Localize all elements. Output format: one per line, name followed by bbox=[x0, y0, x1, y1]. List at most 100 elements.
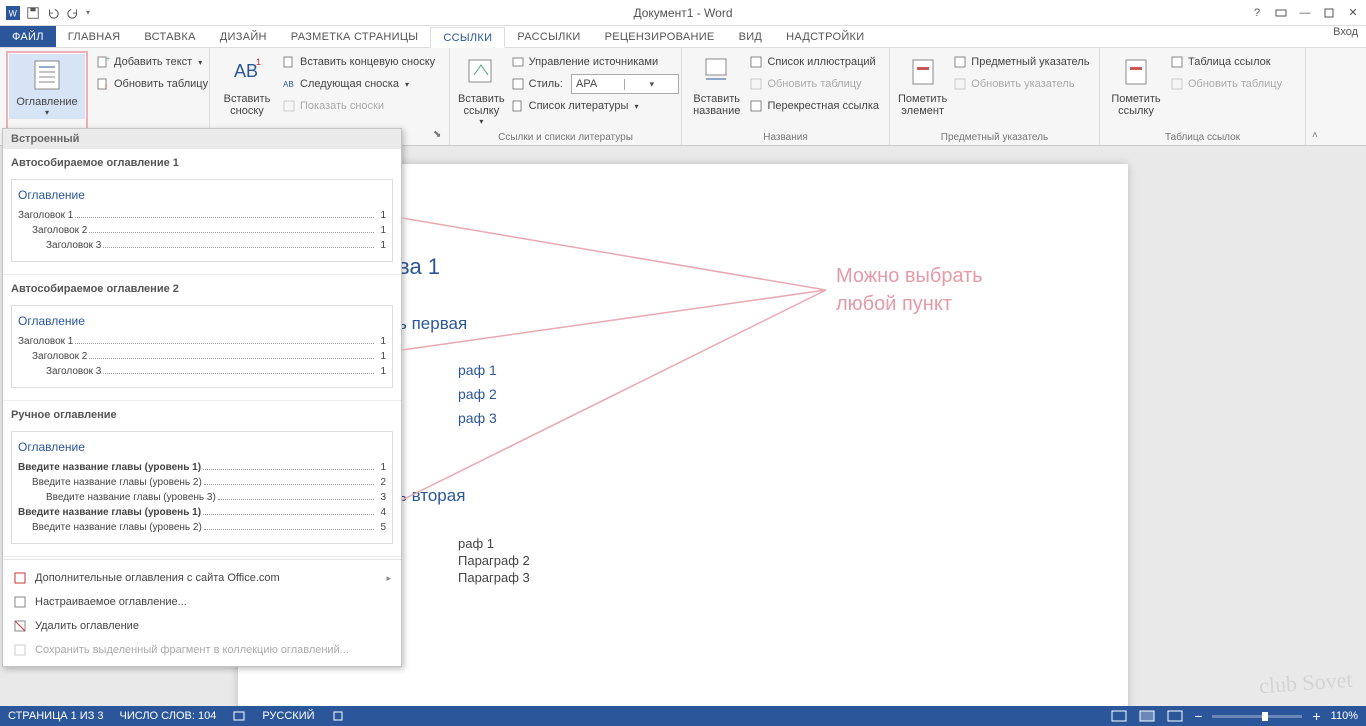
status-page[interactable]: СТРАНИЦА 1 ИЗ 3 bbox=[8, 710, 104, 722]
view-print-icon[interactable] bbox=[1138, 709, 1156, 723]
gallery-item-manual[interactable]: Ручное оглавление Оглавление Введите наз… bbox=[3, 401, 401, 557]
insert-index-button[interactable]: Предметный указатель bbox=[949, 51, 1093, 73]
gallery-preview: Оглавление Введите название главы (урове… bbox=[11, 431, 393, 544]
doc-paragraph[interactable]: Параграф 2 bbox=[458, 553, 1028, 568]
tab-references[interactable]: ССЫЛКИ bbox=[430, 27, 505, 48]
window-controls: ? — ✕ bbox=[1250, 6, 1360, 20]
group-index-label: Предметный указатель bbox=[896, 130, 1093, 145]
gallery-item-title: Автособираемое оглавление 2 bbox=[11, 283, 393, 295]
redo-icon[interactable] bbox=[66, 6, 80, 20]
next-footnote-button[interactable]: ABСледующая сноска▾ bbox=[278, 73, 439, 95]
gallery-item-title: Автособираемое оглавление 1 bbox=[11, 157, 393, 169]
ribbon-collapse[interactable]: ˄ bbox=[1306, 48, 1324, 145]
group-citations: Вставить ссылку▾ Управление источниками … bbox=[450, 48, 682, 145]
cross-reference-button[interactable]: Перекрестная ссылка bbox=[745, 95, 883, 117]
doc-heading-3[interactable]: раф 2 bbox=[458, 386, 1028, 402]
remove-toc-icon bbox=[13, 619, 27, 633]
update-toc-button[interactable]: !Обновить таблицу bbox=[92, 73, 212, 95]
next-footnote-icon: AB bbox=[282, 77, 296, 91]
annotation-text: Можно выбрать любой пункт bbox=[836, 262, 983, 318]
sign-in-link[interactable]: Вход bbox=[1333, 26, 1358, 38]
tab-addins[interactable]: НАДСТРОЙКИ bbox=[774, 26, 876, 47]
zoom-out-button[interactable]: − bbox=[1194, 708, 1202, 724]
custom-toc-icon bbox=[13, 595, 27, 609]
update-tof-button[interactable]: Обновить таблицу bbox=[745, 73, 883, 95]
doc-heading-3[interactable]: раф 3 bbox=[458, 410, 1028, 426]
sources-icon bbox=[511, 55, 525, 69]
update-icon bbox=[749, 77, 763, 91]
zoom-slider[interactable] bbox=[1212, 715, 1302, 718]
crossref-icon bbox=[749, 99, 763, 113]
insert-toa-button[interactable]: Таблица ссылок bbox=[1166, 51, 1286, 73]
status-words[interactable]: ЧИСЛО СЛОВ: 104 bbox=[120, 710, 217, 722]
tab-file[interactable]: ФАЙЛ bbox=[0, 26, 56, 47]
close-icon[interactable]: ✕ bbox=[1346, 6, 1360, 20]
zoom-in-button[interactable]: + bbox=[1312, 708, 1320, 724]
office-icon bbox=[13, 571, 27, 585]
insert-footnote-button[interactable]: AB1 Вставить сноску bbox=[216, 51, 278, 130]
add-text-button[interactable]: +Добавить текст▾ bbox=[92, 51, 212, 73]
qat-dropdown-icon[interactable]: ▾ bbox=[86, 8, 90, 17]
view-web-icon[interactable] bbox=[1166, 709, 1184, 723]
undo-icon[interactable] bbox=[46, 6, 60, 20]
update-index-button[interactable]: Обновить указатель bbox=[949, 73, 1093, 95]
tab-view[interactable]: ВИД bbox=[727, 26, 775, 47]
mark-citation-icon bbox=[1119, 55, 1153, 89]
show-notes-button[interactable]: Показать сноски bbox=[278, 95, 439, 117]
tab-layout[interactable]: РАЗМЕТКА СТРАНИЦЫ bbox=[279, 26, 431, 47]
window-title: Документ1 - Word bbox=[633, 6, 732, 20]
insert-tof-button[interactable]: Список иллюстраций bbox=[745, 51, 883, 73]
group-captions-label: Названия bbox=[688, 130, 883, 145]
save-icon[interactable] bbox=[26, 6, 40, 20]
doc-heading-2[interactable]: ь вторая bbox=[338, 486, 1028, 506]
tab-mailings[interactable]: РАССЫЛКИ bbox=[505, 26, 592, 47]
mark-entry-icon bbox=[906, 55, 940, 89]
status-macro-icon[interactable] bbox=[331, 709, 345, 723]
remove-toc-item[interactable]: Удалить оглавление bbox=[3, 614, 401, 638]
tab-insert[interactable]: ВСТАВКА bbox=[132, 26, 207, 47]
maximize-icon[interactable] bbox=[1322, 6, 1336, 20]
doc-paragraph[interactable]: Параграф 3 bbox=[458, 570, 1028, 585]
manage-sources-button[interactable]: Управление источниками bbox=[507, 51, 683, 73]
custom-toc-item[interactable]: Настраиваемое оглавление... bbox=[3, 590, 401, 614]
group-index: Пометить элемент Предметный указатель Об… bbox=[890, 48, 1100, 145]
footnotes-launcher-icon[interactable]: ⬊ bbox=[433, 129, 445, 141]
update-icon bbox=[953, 77, 967, 91]
toc-button[interactable]: Оглавление ▾ bbox=[9, 54, 85, 119]
help-icon[interactable]: ? bbox=[1250, 6, 1264, 20]
ribbon-options-icon[interactable] bbox=[1274, 6, 1288, 20]
mark-entry-button[interactable]: Пометить элемент bbox=[896, 51, 949, 130]
insert-caption-button[interactable]: Вставить название bbox=[688, 51, 745, 130]
doc-heading-3[interactable]: раф 1 bbox=[458, 362, 1028, 378]
show-notes-icon bbox=[282, 99, 296, 113]
status-language[interactable]: РУССКИЙ bbox=[262, 710, 314, 722]
gallery-item-auto1[interactable]: Автособираемое оглавление 1 Оглавление З… bbox=[3, 149, 401, 275]
style-icon bbox=[511, 77, 525, 91]
endnote-icon bbox=[282, 55, 296, 69]
tab-design[interactable]: ДИЗАЙН bbox=[208, 26, 279, 47]
insert-citation-button[interactable]: Вставить ссылку▾ bbox=[456, 51, 507, 130]
svg-text:!: ! bbox=[105, 84, 107, 91]
svg-text:AB: AB bbox=[283, 80, 294, 89]
zoom-level[interactable]: 110% bbox=[1331, 710, 1358, 722]
update-icon: ! bbox=[96, 77, 110, 91]
gallery-item-title: Ручное оглавление bbox=[11, 409, 393, 421]
gallery-item-auto2[interactable]: Автособираемое оглавление 2 Оглавление З… bbox=[3, 275, 401, 401]
update-toa-button[interactable]: Обновить таблицу bbox=[1166, 73, 1286, 95]
tab-home[interactable]: ГЛАВНАЯ bbox=[56, 26, 133, 47]
gallery-preview: Оглавление Заголовок 11 Заголовок 21 Заг… bbox=[11, 179, 393, 262]
group-toa: Пометить ссылку Таблица ссылок Обновить … bbox=[1100, 48, 1306, 145]
save-selection-item: Сохранить выделенный фрагмент в коллекци… bbox=[3, 638, 401, 662]
group-captions: Вставить название Список иллюстраций Обн… bbox=[682, 48, 890, 145]
status-proofing-icon[interactable] bbox=[232, 709, 246, 723]
tab-review[interactable]: РЕЦЕНЗИРОВАНИЕ bbox=[593, 26, 727, 47]
mark-citation-button[interactable]: Пометить ссылку bbox=[1106, 51, 1166, 130]
minimize-icon[interactable]: — bbox=[1298, 6, 1312, 20]
insert-endnote-button[interactable]: Вставить концевую сноску bbox=[278, 51, 439, 73]
view-read-icon[interactable] bbox=[1110, 709, 1128, 723]
citation-style-combo[interactable]: APA▾ bbox=[571, 74, 679, 94]
doc-paragraph[interactable]: раф 1 bbox=[458, 536, 1028, 551]
bibliography-button[interactable]: Список литературы▾ bbox=[507, 95, 683, 117]
more-from-office-item[interactable]: Дополнительные оглавления с сайта Office… bbox=[3, 566, 401, 590]
update-icon bbox=[1170, 77, 1184, 91]
